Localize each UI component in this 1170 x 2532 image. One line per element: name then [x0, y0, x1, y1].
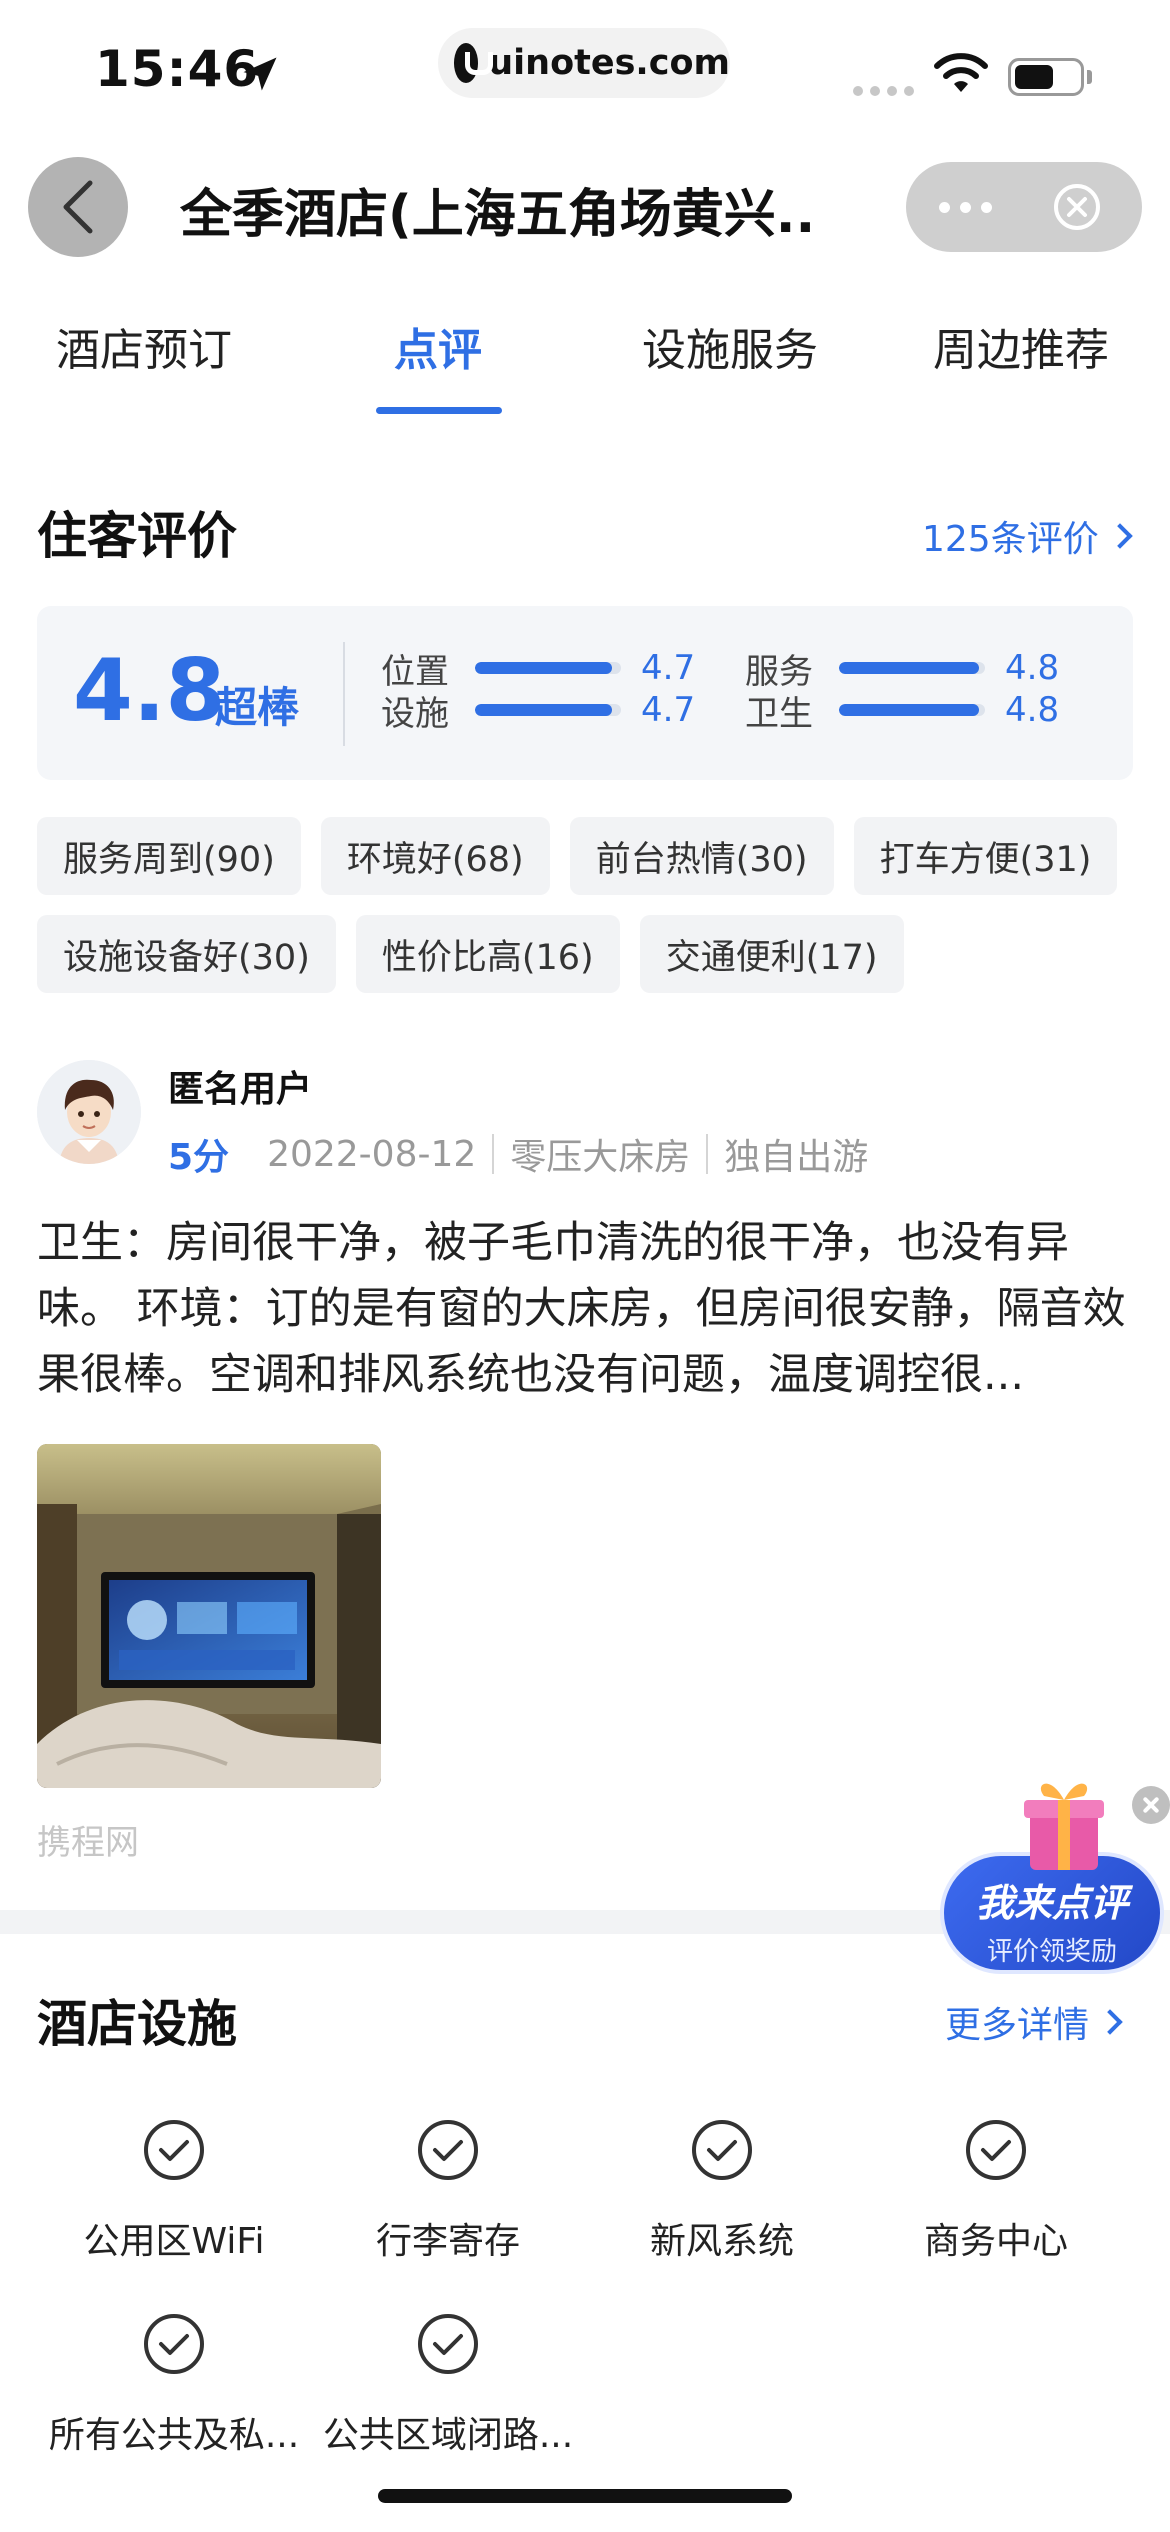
- home-indicator: [378, 2489, 792, 2503]
- check-circle-icon: [418, 2120, 478, 2180]
- sub-rating-bar: [475, 704, 621, 716]
- more-details-label: 更多详情: [945, 2005, 1090, 2046]
- reviews-section-title: 住客评价: [37, 507, 237, 565]
- review-room-type: 零压大床房: [510, 1137, 691, 1178]
- rating-summary-card[interactable]: 4.8 超棒 位置 4.7 服务 4.8 设施 4.7 卫生 4.8: [37, 606, 1133, 780]
- tab-booking[interactable]: 酒店预订: [56, 314, 232, 378]
- more-options-icon[interactable]: [906, 201, 1024, 213]
- photo-source: 携程网: [37, 1823, 139, 1863]
- all-reviews-link[interactable]: 125条评价: [922, 510, 1133, 562]
- review-tag[interactable]: 性价比高(16): [355, 915, 620, 993]
- review-text[interactable]: 卫生：房间很干净，被子毛巾清洗的很干净，也没有异味。 环境：订的是有窗的大床房，…: [37, 1210, 1137, 1408]
- check-circle-icon: [144, 2120, 204, 2180]
- chevron-right-icon: [1097, 2009, 1123, 2035]
- meta-separator: [706, 1134, 709, 1174]
- check-circle-icon: [692, 2120, 752, 2180]
- sub-rating-location: 位置 4.7: [381, 648, 696, 692]
- facility-item: 商务中心: [859, 2118, 1133, 2264]
- check-circle-icon: [144, 2314, 204, 2374]
- facility-label: 行李寄存: [375, 2221, 520, 2262]
- sub-rating-facilities: 设施 4.7: [381, 690, 696, 734]
- sub-rating-value: 4.8: [1005, 648, 1060, 688]
- overall-score-label: 超棒: [215, 683, 300, 732]
- wifi-icon: [934, 53, 988, 92]
- facility-item: 行李寄存: [311, 2118, 585, 2264]
- back-button[interactable]: [28, 157, 128, 257]
- status-time: 15:46: [95, 40, 260, 98]
- battery-tip: [1087, 70, 1092, 84]
- facilities-section-title: 酒店设施: [37, 1995, 237, 2053]
- tab-reviews[interactable]: 点评: [394, 314, 482, 378]
- chevron-right-icon: [1106, 523, 1133, 549]
- sub-rating-bar: [839, 704, 985, 716]
- review-tag[interactable]: 交通便利(17): [639, 915, 904, 993]
- facility-label: 所有公共及私...: [48, 2415, 300, 2456]
- gift-icon: [1024, 1783, 1104, 1870]
- sub-rating-name: 卫生: [745, 693, 813, 734]
- review-photo[interactable]: [37, 1444, 381, 1788]
- review-meta: 5分 2022-08-12 零压大床房 独自出游: [168, 1128, 868, 1180]
- facility-label: 商务中心: [923, 2221, 1068, 2262]
- reviewer-name: 匿名用户: [168, 1069, 313, 1110]
- facility-label: 公共区域闭路...: [322, 2415, 574, 2456]
- review-tags: 服务周到(90) 环境好(68) 前台热情(30) 打车方便(31) 设施设备好…: [37, 817, 1147, 1013]
- sub-rating-value: 4.7: [641, 690, 696, 730]
- review-tag[interactable]: 设施设备好(30): [37, 915, 336, 993]
- review-tag[interactable]: 前台热情(30): [569, 817, 834, 895]
- tab-bar: 酒店预订 点评 设施服务 周边推荐: [0, 310, 1170, 420]
- tab-nearby[interactable]: 周边推荐: [933, 314, 1109, 378]
- close-circle-icon[interactable]: [1052, 182, 1102, 232]
- mini-program-capsule: [906, 162, 1142, 252]
- review-tag[interactable]: 环境好(68): [320, 817, 550, 895]
- chevron-left-icon: [63, 180, 93, 234]
- overall-score: 4.8: [73, 641, 226, 741]
- sub-rating-name: 设施: [381, 693, 449, 734]
- page-title: 全季酒店(上海五角场黄兴...: [180, 185, 820, 245]
- facility-item: 新风系统: [585, 2118, 859, 2264]
- status-bar: 15:46 uinotes.com: [0, 0, 1170, 140]
- avatar: [37, 1060, 141, 1164]
- location-arrow-icon: [243, 57, 277, 91]
- close-floating-button-icon[interactable]: [1132, 1786, 1170, 1824]
- sub-rating-bar: [839, 662, 985, 674]
- battery-icon: [1008, 58, 1084, 96]
- sub-rating-value: 4.8: [1005, 690, 1060, 730]
- review-trip-type: 独自出游: [724, 1137, 869, 1178]
- write-review-subtitle: 评价领奖励: [986, 1937, 1117, 1967]
- check-circle-icon: [418, 2314, 478, 2374]
- facility-item: 公用区WiFi: [37, 2118, 311, 2264]
- more-details-link[interactable]: 更多详情: [945, 1996, 1123, 2048]
- review-tag[interactable]: 服务周到(90): [37, 817, 301, 895]
- facility-item: 公共区域闭路...: [311, 2312, 585, 2458]
- reviews-count: 125条评价: [922, 519, 1099, 560]
- tab-facilities[interactable]: 设施服务: [642, 314, 818, 378]
- sub-rating-service: 服务 4.8: [745, 648, 1060, 692]
- review-score: 5分: [168, 1137, 230, 1178]
- meta-separator: [492, 1134, 495, 1174]
- sub-rating-bar: [475, 662, 621, 674]
- write-review-title: 我来点评: [975, 1881, 1128, 1925]
- url-pill[interactable]: uinotes.com: [438, 28, 730, 98]
- url-text: uinotes.com: [488, 43, 730, 83]
- sub-rating-value: 4.7: [641, 648, 696, 688]
- active-tab-indicator: [376, 407, 502, 414]
- review-date: 2022-08-12: [267, 1133, 477, 1175]
- check-circle-icon: [966, 2120, 1026, 2180]
- facility-label: 新风系统: [649, 2221, 794, 2262]
- write-review-floating-button[interactable]: 我来点评 评价领奖励: [936, 1770, 1170, 1980]
- facility-label: 公用区WiFi: [83, 2221, 265, 2262]
- sub-rating-hygiene: 卫生 4.8: [745, 690, 1060, 734]
- rating-divider: [343, 642, 345, 746]
- review-tag[interactable]: 打车方便(31): [853, 817, 1118, 895]
- cellular-signal-icon: [853, 86, 914, 96]
- facility-item: 所有公共及私...: [37, 2312, 311, 2458]
- site-logo-icon: [454, 43, 494, 83]
